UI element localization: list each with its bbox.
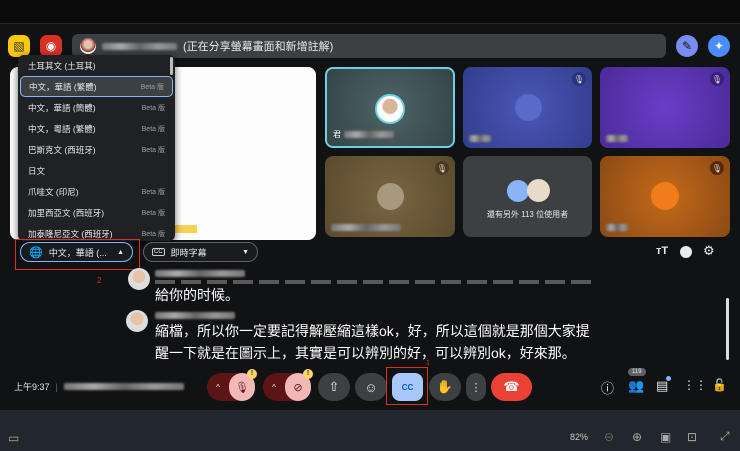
participant-name bbox=[606, 224, 628, 231]
gemini-sparkle-icon[interactable]: ✦ bbox=[708, 35, 730, 57]
shared-screen-highlight bbox=[175, 225, 197, 233]
language-option-selected[interactable]: 中文，華語 (繁體) Beta 版 bbox=[20, 76, 173, 97]
mic-options-chevron-icon[interactable]: ^ bbox=[207, 383, 229, 392]
zoom-out-icon[interactable]: ⊖ bbox=[604, 430, 614, 444]
emoji-reaction-button[interactable]: ☺ bbox=[355, 373, 387, 401]
fullscreen-icon[interactable]: ⤢ bbox=[720, 429, 730, 444]
presenter-avatar bbox=[80, 38, 96, 54]
annotation-number: 2 bbox=[97, 276, 102, 285]
presenter-name-blurred bbox=[102, 42, 177, 50]
pen-icon[interactable]: ✎ bbox=[676, 35, 698, 57]
actual-size-icon[interactable]: ⊡ bbox=[687, 430, 697, 444]
participant-avatar bbox=[651, 182, 679, 210]
mic-off-icon: 🎙 bbox=[710, 161, 724, 175]
chat-notification-dot bbox=[666, 376, 671, 381]
language-option[interactable]: 巴斯克文 (西班牙) Beta 版 bbox=[18, 139, 175, 160]
settings-gear-icon[interactable]: ⚙ bbox=[703, 243, 715, 259]
highlight-box bbox=[386, 367, 428, 405]
caret-down-icon: ▼ bbox=[242, 248, 249, 256]
participant-tile[interactable]: 🎙 bbox=[600, 156, 730, 237]
captions-mode-select[interactable]: CC 即時字幕 ▼ bbox=[143, 242, 258, 262]
present-screen-button[interactable]: ⇧ bbox=[318, 373, 350, 401]
person-icon bbox=[507, 180, 529, 202]
captions-scrollbar[interactable] bbox=[726, 298, 729, 360]
meeting-name-blurred bbox=[63, 383, 184, 390]
speaker-avatar bbox=[128, 268, 150, 290]
zoom-level: 82% bbox=[570, 432, 589, 442]
language-option[interactable]: 中文，粵語 (繁體) Beta 版 bbox=[18, 118, 175, 139]
meeting-info: 上午9:37 | bbox=[14, 380, 184, 393]
text-size-icon[interactable]: ᴛT bbox=[656, 245, 668, 257]
participant-tile[interactable]: 🎙 bbox=[600, 67, 730, 148]
participant-tile[interactable]: 🎙 bbox=[463, 67, 592, 148]
caption-text: 縮檔，所以你一定要記得解壓縮這樣ok，好，所以這個就是那個大家提醒一下就是在圖示… bbox=[155, 323, 590, 361]
warning-icon: ! bbox=[247, 369, 257, 379]
zoom-in-icon[interactable]: ⊕ bbox=[632, 430, 642, 444]
cc-icon: CC bbox=[152, 248, 165, 256]
language-option[interactable]: 中文，華語 (簡體) Beta 版 bbox=[18, 97, 175, 118]
dropdown-scrollbar[interactable] bbox=[170, 57, 173, 75]
participant-name bbox=[469, 135, 491, 142]
language-option[interactable]: 土耳其文 (土耳其) bbox=[18, 55, 175, 76]
end-call-button[interactable]: ☎ bbox=[491, 373, 532, 401]
participant-tile-active[interactable]: 君 bbox=[325, 67, 455, 148]
more-options-button[interactable]: ⋮ bbox=[466, 373, 486, 401]
mic-off-icon: 🎙 bbox=[435, 161, 449, 175]
raise-hand-button[interactable]: ✋ bbox=[429, 373, 461, 401]
participant-name bbox=[331, 224, 401, 231]
language-dropdown[interactable]: 土耳其文 (土耳其) 中文，華語 (繁體) Beta 版 中文，華語 (簡體) Be… bbox=[18, 55, 175, 241]
annotation-number: 1 bbox=[426, 360, 430, 367]
presenter-status: (正在分享螢幕畫面和新增註解) bbox=[183, 41, 334, 53]
more-participants-label: 還有另外 113 位使用者 bbox=[486, 210, 569, 219]
meeting-details-icon[interactable]: ⓘ bbox=[601, 378, 614, 397]
highlight-box bbox=[15, 239, 140, 270]
speaker-name-blurred bbox=[155, 312, 235, 319]
caption-text: 給你的时候。 bbox=[155, 287, 239, 303]
participant-tile[interactable]: 🎙 bbox=[325, 156, 455, 237]
participant-avatar bbox=[377, 183, 404, 210]
more-participants-tile[interactable]: 還有另外 113 位使用者 bbox=[463, 156, 592, 237]
screen-icon[interactable]: ▭ bbox=[8, 431, 19, 445]
participant-avatar bbox=[527, 179, 550, 202]
activities-grid-icon[interactable]: ⋮⋮ bbox=[683, 378, 707, 392]
clock-time: 上午9:37 bbox=[14, 382, 50, 392]
captions-mode-label: 即時字幕 bbox=[170, 247, 207, 258]
caption-color-icon[interactable] bbox=[680, 246, 692, 258]
host-controls-lock-icon[interactable]: 🔓 bbox=[712, 378, 727, 392]
people-icon[interactable]: 👥 bbox=[628, 378, 644, 394]
fit-screen-icon[interactable]: ▣ bbox=[660, 430, 671, 444]
participant-avatar bbox=[515, 94, 542, 121]
speaker-avatar bbox=[126, 310, 148, 332]
language-option[interactable]: 爪哇文 (印尼) Beta 版 bbox=[18, 181, 175, 202]
mic-off-icon: 🎙 bbox=[572, 72, 586, 86]
warning-icon: ! bbox=[303, 369, 313, 379]
mic-off-icon: 🎙 bbox=[710, 72, 724, 86]
participant-avatar bbox=[375, 94, 405, 124]
speaker-name-blurred bbox=[155, 270, 245, 277]
camera-options-chevron-icon[interactable]: ^ bbox=[263, 383, 285, 392]
window-top-strip bbox=[0, 0, 740, 24]
language-option[interactable]: 日文 bbox=[18, 160, 175, 181]
participant-name bbox=[606, 135, 628, 142]
annotation-off-icon[interactable]: ▧ bbox=[8, 35, 30, 57]
language-option[interactable]: 加里西亞文 (西班牙) Beta 版 bbox=[18, 202, 175, 223]
participant-count-badge: 119 bbox=[628, 368, 646, 376]
participant-name: 君 bbox=[333, 129, 394, 140]
record-icon[interactable]: ◉ bbox=[40, 35, 62, 57]
browser-bottom-bar bbox=[0, 410, 740, 451]
